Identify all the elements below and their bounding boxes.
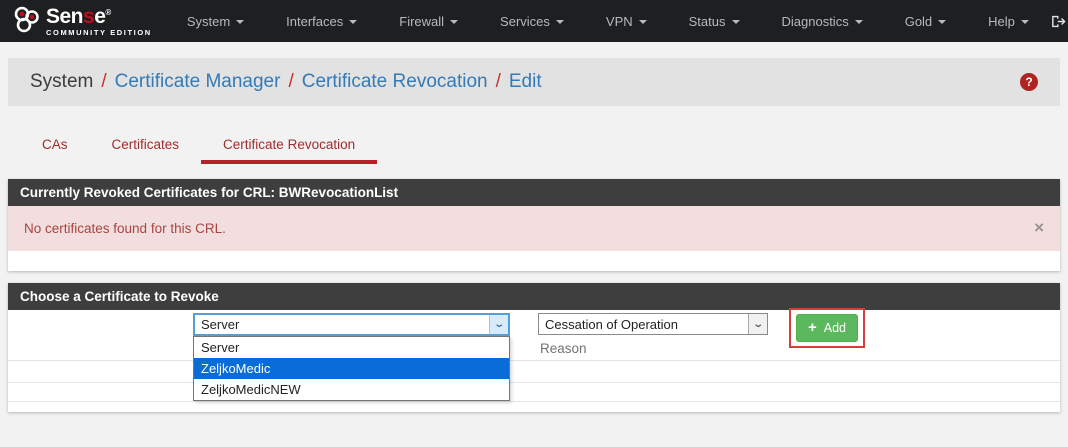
tab-certificates[interactable]: Certificates [90,130,202,164]
pfsense-flower-icon [12,5,42,38]
reason-label: Reason [540,341,587,356]
reason-select[interactable]: Cessation of Operation ⌄ [538,313,768,335]
caret-down-icon [349,20,357,24]
revoked-certificates-panel: Currently Revoked Certificates for CRL: … [8,179,1060,271]
chevron-down-icon[interactable]: ⌄ [748,314,767,334]
logout-icon[interactable] [1050,13,1067,30]
menu-vpn[interactable]: VPN [585,0,668,42]
tab-bar: CAs Certificates Certificate Revocation [8,130,1060,164]
option-server[interactable]: Server [194,337,509,358]
certificate-option-list: Server ZeljkoMedic ZeljkoMedicNEW [193,336,510,401]
close-icon[interactable]: × [1034,219,1044,236]
chevron-down-icon[interactable]: ⌄ [489,315,508,334]
main-menu: System Interfaces Firewall Services VPN … [166,0,1050,42]
breadcrumb-system: System [30,71,93,93]
caret-down-icon [938,20,946,24]
certificate-select-value: Server [195,315,489,334]
plus-icon: + [808,323,817,333]
caret-down-icon [855,20,863,24]
row-divider [8,401,1060,402]
option-zeljkomedic[interactable]: ZeljkoMedic [194,358,509,379]
breadcrumb: System / Certificate Manager / Certifica… [8,58,1060,106]
option-zeljkomedicnew[interactable]: ZeljkoMedicNEW [194,379,509,400]
tab-cas[interactable]: CAs [20,130,90,164]
menu-diagnostics[interactable]: Diagnostics [761,0,884,42]
caret-down-icon [1021,20,1029,24]
brand-subtitle: COMMUNITY EDITION [46,29,152,37]
add-button[interactable]: + Add [796,314,858,342]
menu-help[interactable]: Help [967,0,1050,42]
menu-firewall[interactable]: Firewall [378,0,479,42]
breadcrumb-certificate-manager[interactable]: Certificate Manager [115,71,281,93]
menu-status[interactable]: Status [668,0,761,42]
breadcrumb-separator: / [101,71,106,93]
revoked-panel-title: Currently Revoked Certificates for CRL: … [8,179,1060,206]
choose-panel-body: Server ⌄ Server ZeljkoMedic ZeljkoMedicN… [8,310,1060,412]
annotation-highlight-box: + Add [789,308,865,348]
help-icon[interactable]: ? [1020,73,1038,91]
no-certificates-alert: No certificates found for this CRL. × [8,206,1060,251]
breadcrumb-separator: / [496,71,501,93]
caret-down-icon [450,20,458,24]
breadcrumb-edit[interactable]: Edit [509,71,542,93]
choose-certificate-panel: Choose a Certificate to Revoke Server ⌄ … [8,283,1060,412]
menu-system[interactable]: System [166,0,265,42]
pfsense-logo[interactable]: Sense® COMMUNITY EDITION [12,5,152,38]
caret-down-icon [732,20,740,24]
menu-services[interactable]: Services [479,0,585,42]
menu-interfaces[interactable]: Interfaces [265,0,378,42]
alert-text: No certificates found for this CRL. [24,221,226,236]
certificate-select[interactable]: Server ⌄ [193,313,510,336]
brand-name: Sense® [46,6,152,27]
row-divider [8,382,1060,383]
add-button-label: Add [824,321,846,335]
menu-gold[interactable]: Gold [884,0,967,42]
reason-select-value: Cessation of Operation [539,314,748,334]
top-navbar: Sense® COMMUNITY EDITION System Interfac… [0,0,1068,42]
caret-down-icon [236,20,244,24]
choose-panel-title: Choose a Certificate to Revoke [8,283,1060,310]
breadcrumb-separator: / [288,71,293,93]
tab-certificate-revocation[interactable]: Certificate Revocation [201,130,377,164]
breadcrumb-certificate-revocation[interactable]: Certificate Revocation [302,71,488,93]
revoked-panel-body [8,251,1060,271]
caret-down-icon [556,20,564,24]
caret-down-icon [639,20,647,24]
row-divider [8,360,1060,361]
